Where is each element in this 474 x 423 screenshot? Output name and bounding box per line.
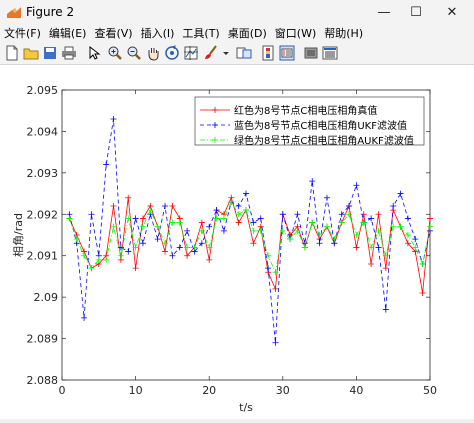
x-tick-label: 50 bbox=[423, 384, 437, 397]
close-button[interactable]: ✕ bbox=[434, 0, 470, 24]
legend-label: 蓝色为8号节点C相电压相角UKF滤波值 bbox=[234, 119, 407, 132]
menu-file[interactable]: 文件(F) bbox=[0, 25, 45, 41]
minimize-button[interactable]: — bbox=[366, 0, 402, 24]
chart: 0 10 20 30 40 50 2.088 2.089 2.09 2.091 2.092 2.093… bbox=[12, 84, 437, 414]
legend-icon[interactable] bbox=[279, 45, 295, 61]
menu-bar: 文件(F) 编辑(E) 查看(V) 插入(I) 工具(T) 桌面(D) 窗口(W… bbox=[0, 24, 474, 42]
maximize-icon: ☐ bbox=[410, 4, 422, 20]
y-tick-label: 2.089 bbox=[27, 333, 59, 346]
x-axis-label: t/s bbox=[239, 401, 253, 414]
data-cursor-icon[interactable] bbox=[183, 45, 199, 61]
open-file-icon[interactable] bbox=[23, 45, 39, 61]
menu-insert[interactable]: 插入(I) bbox=[137, 25, 179, 41]
x-tick-label: 40 bbox=[349, 384, 363, 397]
menu-window[interactable]: 窗口(W) bbox=[271, 25, 320, 41]
menu-view[interactable]: 查看(V) bbox=[90, 25, 136, 41]
edit-plot-icon[interactable] bbox=[86, 45, 102, 61]
title-bar: Figure 2 — ☐ ✕ bbox=[0, 0, 474, 24]
x-tick-label: 20 bbox=[202, 384, 216, 397]
menu-help[interactable]: 帮助(H) bbox=[320, 25, 367, 41]
pan-icon[interactable] bbox=[145, 45, 161, 61]
chevron-down-icon[interactable] bbox=[222, 45, 230, 61]
rotate-3d-icon[interactable] bbox=[164, 45, 180, 61]
menu-desktop[interactable]: 桌面(D) bbox=[224, 25, 271, 41]
show-plot-tools-icon[interactable] bbox=[322, 45, 338, 61]
brush-icon[interactable] bbox=[203, 45, 219, 61]
close-icon: ✕ bbox=[446, 4, 458, 20]
menu-edit[interactable]: 编辑(E) bbox=[45, 25, 91, 41]
toolbar bbox=[0, 42, 474, 65]
y-axis-label: 相角/rad bbox=[12, 213, 25, 257]
legend-label: 红色为8号节点C相电压相角真值 bbox=[234, 104, 377, 117]
legend-label: 绿色为8号节点C相电压相角AUKF滤波值 bbox=[234, 134, 414, 147]
minimize-icon: — bbox=[377, 4, 391, 20]
colorbar-icon[interactable] bbox=[260, 45, 276, 61]
y-tick-label: 2.09 bbox=[34, 291, 59, 304]
y-tick-label: 2.088 bbox=[27, 374, 59, 387]
hide-plot-tools-icon[interactable] bbox=[303, 45, 319, 61]
matlab-figure-icon bbox=[7, 7, 21, 18]
new-figure-icon[interactable] bbox=[4, 45, 20, 61]
x-tick-label: 0 bbox=[59, 384, 66, 397]
print-icon[interactable] bbox=[61, 45, 77, 61]
save-icon[interactable] bbox=[42, 45, 58, 61]
y-tick-label: 2.095 bbox=[27, 84, 59, 97]
x-tick-label: 30 bbox=[276, 384, 290, 397]
zoom-out-icon[interactable] bbox=[126, 45, 142, 61]
x-tick-label: 10 bbox=[129, 384, 143, 397]
y-tick-label: 2.092 bbox=[27, 208, 59, 221]
link-plot-icon[interactable] bbox=[236, 45, 252, 61]
legend: 红色为8号节点C相电压相角真值蓝色为8号节点C相电压相角UKF滤波值绿色为8号节… bbox=[194, 96, 425, 147]
maximize-button[interactable]: ☐ bbox=[398, 0, 434, 24]
y-tick-label: 2.091 bbox=[27, 250, 59, 263]
menu-tools[interactable]: 工具(T) bbox=[178, 25, 223, 41]
window-title: Figure 2 bbox=[26, 5, 75, 19]
y-tick-label: 2.094 bbox=[27, 125, 59, 138]
figure-area: 0 10 20 30 40 50 2.088 2.089 2.09 2.091 2.092 2.093… bbox=[0, 65, 474, 419]
y-tick-label: 2.093 bbox=[27, 167, 59, 180]
zoom-in-icon[interactable] bbox=[107, 45, 123, 61]
